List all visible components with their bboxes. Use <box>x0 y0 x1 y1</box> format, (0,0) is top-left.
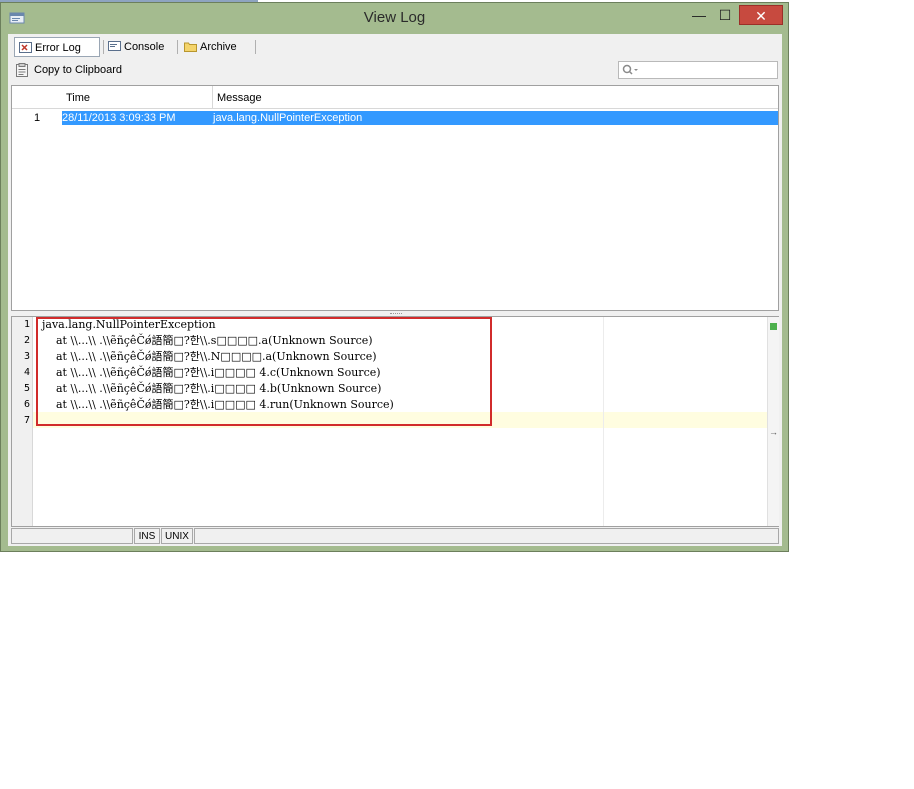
tab-label: Console <box>124 41 165 53</box>
column-header-index[interactable] <box>12 86 62 108</box>
folder-icon <box>184 42 197 52</box>
minimize-icon: — <box>692 7 706 23</box>
console-icon <box>108 41 121 51</box>
cell-time: 28/11/2013 3:09:33 PM <box>62 112 176 124</box>
line-number: 3 <box>23 351 30 362</box>
copy-to-clipboard-label: Copy to Clipboard <box>34 64 123 76</box>
table-row[interactable]: 1 28/11/2013 3:09:33 PM java.lang.NullPo… <box>12 111 778 125</box>
window-client-area: Error Log Console Archive Copy to Clipbo… <box>8 34 782 546</box>
window-title: View Log <box>363 9 426 26</box>
maximize-icon: ☐ <box>718 7 732 23</box>
line-number: 7 <box>23 415 30 426</box>
line-number-gutter: 1 2 3 4 5 6 7 <box>12 317 33 526</box>
tab-separator <box>255 40 256 54</box>
tab-error-log[interactable]: Error Log <box>14 37 100 57</box>
annotation-highlight-box <box>36 317 492 426</box>
tab-label: Archive <box>200 41 237 53</box>
error-log-icon <box>19 42 32 53</box>
line-number: 2 <box>23 335 30 346</box>
close-button[interactable]: ✕ <box>739 5 783 25</box>
view-log-window: View Log — ☐ ✕ Error Log Console Archive… <box>0 2 789 552</box>
right-margin-line <box>603 317 604 526</box>
status-ok-marker <box>770 323 777 330</box>
clipboard-icon <box>16 63 28 77</box>
tab-separator <box>177 40 178 54</box>
line-marker-icon: → <box>769 427 778 437</box>
column-header-time[interactable]: Time <box>62 86 212 108</box>
table-header: Time Message <box>12 86 778 109</box>
tab-label: Error Log <box>35 42 81 54</box>
status-line-ending: UNIX <box>161 528 193 544</box>
title-bar[interactable]: View Log — ☐ ✕ <box>1 3 788 33</box>
editor-overview-ruler[interactable]: → <box>767 317 779 526</box>
status-bar: INS UNIX <box>11 528 779 544</box>
cell-message: java.lang.NullPointerException <box>213 112 363 124</box>
line-number: 5 <box>23 383 30 394</box>
minimize-button[interactable]: — <box>687 5 711 25</box>
toolbar: Copy to Clipboard <box>8 58 782 83</box>
status-position <box>11 528 133 544</box>
row-number: 1 <box>33 112 41 124</box>
line-number: 4 <box>23 367 30 378</box>
search-icon <box>622 64 638 75</box>
status-insert-mode: INS <box>134 528 160 544</box>
close-icon: ✕ <box>755 8 767 24</box>
copy-to-clipboard-button[interactable]: Copy to Clipboard <box>14 61 122 79</box>
column-header-message[interactable]: Message <box>212 86 778 108</box>
line-number: 1 <box>23 319 30 330</box>
tab-archive[interactable]: Archive <box>180 37 274 57</box>
line-number: 6 <box>23 399 30 410</box>
status-message <box>194 528 779 544</box>
search-input[interactable] <box>618 61 778 79</box>
error-log-table[interactable]: Time Message 1 28/11/2013 3:09:33 PM jav… <box>11 85 779 311</box>
maximize-button[interactable]: ☐ <box>713 5 737 25</box>
